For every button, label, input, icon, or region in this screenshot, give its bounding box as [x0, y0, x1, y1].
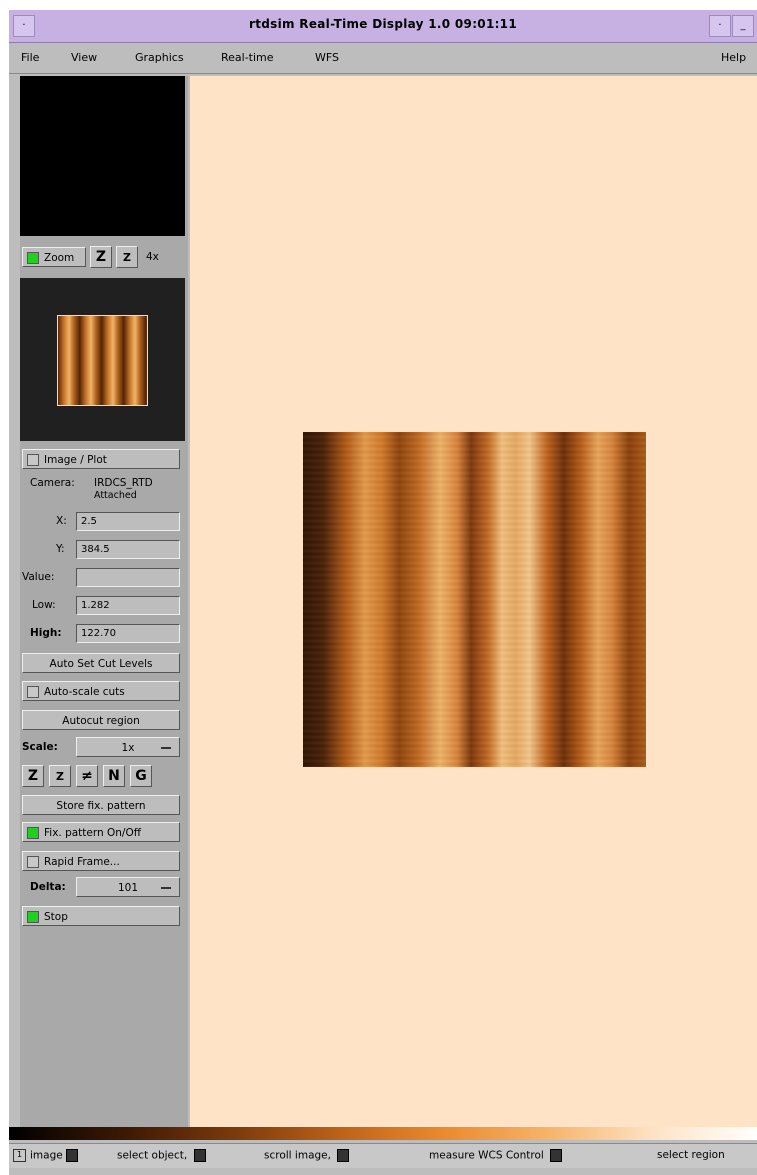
zoom-in-button[interactable]: Z: [90, 246, 112, 268]
mouse-button-icon: [550, 1149, 563, 1162]
status-region: select region: [657, 1149, 725, 1161]
image-plot-checkbox[interactable]: [27, 454, 39, 466]
menu-bar: File View Graphics Real-time WFS Help: [9, 43, 757, 74]
high-cut-input[interactable]: 122.70: [76, 624, 180, 643]
fixed-pattern-checkbox[interactable]: [27, 827, 39, 839]
delta-select[interactable]: 101: [76, 877, 180, 897]
y-label: Y:: [56, 543, 65, 555]
scale-zoom-out-icon[interactable]: Z: [49, 765, 71, 787]
status-scroll: scroll image,: [264, 1149, 350, 1162]
store-fixed-pattern-button[interactable]: Store fix. pattern: [22, 795, 180, 815]
scale-grid-icon[interactable]: G: [130, 765, 152, 787]
delta-value: 101: [117, 882, 139, 894]
auto-set-cut-levels-button[interactable]: Auto Set Cut Levels: [22, 653, 180, 673]
fixed-pattern-label: Fix. pattern On/Off: [44, 827, 141, 839]
scale-flip-icon[interactable]: ≠: [76, 765, 98, 787]
dropdown-icon: [161, 887, 171, 889]
detector-image[interactable]: [303, 432, 646, 767]
stop-label: Stop: [44, 911, 68, 923]
scale-zoom-in-icon[interactable]: Z: [22, 765, 44, 787]
image-plot-label: Image / Plot: [44, 454, 107, 466]
camera-status: Attached: [94, 490, 137, 501]
y-field: 384.5: [76, 540, 180, 559]
status-measure: measure WCS Control: [429, 1149, 563, 1162]
status-item-region: select region: [657, 1149, 725, 1161]
image-plot-toggle[interactable]: Image / Plot: [22, 449, 180, 469]
scale-north-icon[interactable]: N: [103, 765, 125, 787]
camera-label: Camera:: [30, 477, 75, 489]
maximize-button[interactable]: _: [732, 15, 754, 37]
menu-view[interactable]: View: [71, 51, 97, 64]
mouse-button-icon: [193, 1149, 206, 1162]
value-field: [76, 568, 180, 587]
fixed-pattern-toggle[interactable]: Fix. pattern On/Off: [22, 822, 180, 842]
zoom-controls: Zoom Z Z 4x: [20, 244, 188, 272]
panner-window[interactable]: [20, 278, 185, 441]
dropdown-icon: [161, 747, 171, 749]
zoom-factor: 4x: [146, 251, 159, 263]
zoom-out-button[interactable]: Z: [116, 246, 138, 268]
title-bar: · rtdsim Real-Time Display 1.0 09:01:11 …: [9, 10, 757, 43]
zoom-toggle[interactable]: Zoom: [22, 247, 86, 267]
menu-help[interactable]: Help: [721, 51, 746, 64]
autocut-region-button[interactable]: Autocut region: [22, 710, 180, 730]
status-select: select object,: [117, 1149, 206, 1162]
control-panel: Zoom Z Z 4x Image / Plot Camera: IRDCS_R…: [20, 76, 188, 1128]
app-window: · rtdsim Real-Time Display 1.0 09:01:11 …: [9, 10, 757, 1175]
scale-value: 1x: [121, 742, 135, 754]
menu-wfs[interactable]: WFS: [315, 51, 339, 64]
camera-name: IRDCS_RTD: [94, 477, 153, 489]
scale-select[interactable]: 1x: [76, 737, 180, 757]
high-label: High:: [30, 627, 62, 639]
status-image: 1 image: [13, 1149, 78, 1162]
autoscale-label: Auto-scale cuts: [44, 686, 125, 698]
window-title: rtdsim Real-Time Display 1.0 09:01:11: [249, 17, 517, 31]
menu-file[interactable]: File: [21, 51, 39, 64]
x-field: 2.5: [76, 512, 180, 531]
mouse-button-icon: [65, 1149, 78, 1162]
panner-thumbnail[interactable]: [57, 315, 148, 406]
value-label: Value:: [22, 571, 55, 583]
magnifier-window: [20, 76, 185, 236]
status-item-image: image: [30, 1149, 63, 1162]
status-item-scroll: scroll image,: [264, 1149, 335, 1162]
minimize-button[interactable]: ·: [709, 15, 731, 37]
zoom-checkbox[interactable]: [27, 252, 39, 264]
menu-graphics[interactable]: Graphics: [135, 51, 184, 64]
colormap-bar[interactable]: [9, 1127, 757, 1140]
autoscale-checkbox[interactable]: [27, 686, 39, 698]
status-item-select: select object,: [117, 1149, 191, 1162]
autoscale-cuts-toggle[interactable]: Auto-scale cuts: [22, 681, 180, 701]
rapid-frame-checkbox[interactable]: [27, 856, 39, 868]
zoom-label: Zoom: [44, 252, 75, 264]
delta-label: Delta:: [30, 881, 66, 893]
scale-label: Scale:: [22, 741, 58, 753]
window-icon: 1: [13, 1149, 26, 1162]
status-item-measure: measure WCS Control: [429, 1149, 548, 1162]
image-canvas[interactable]: [190, 76, 757, 1128]
low-cut-input[interactable]: 1.282: [76, 596, 180, 615]
mouse-button-icon: [337, 1149, 350, 1162]
rapid-frame-label: Rapid Frame...: [44, 856, 120, 868]
rapid-frame-toggle[interactable]: Rapid Frame...: [22, 851, 180, 871]
stop-checkbox[interactable]: [27, 911, 39, 923]
mouse-help-bar: 1 image select object, scroll image, meas…: [9, 1143, 757, 1168]
stop-toggle[interactable]: Stop: [22, 906, 180, 926]
menu-realtime[interactable]: Real-time: [221, 51, 274, 64]
x-label: X:: [56, 515, 67, 527]
low-label: Low:: [32, 599, 56, 611]
